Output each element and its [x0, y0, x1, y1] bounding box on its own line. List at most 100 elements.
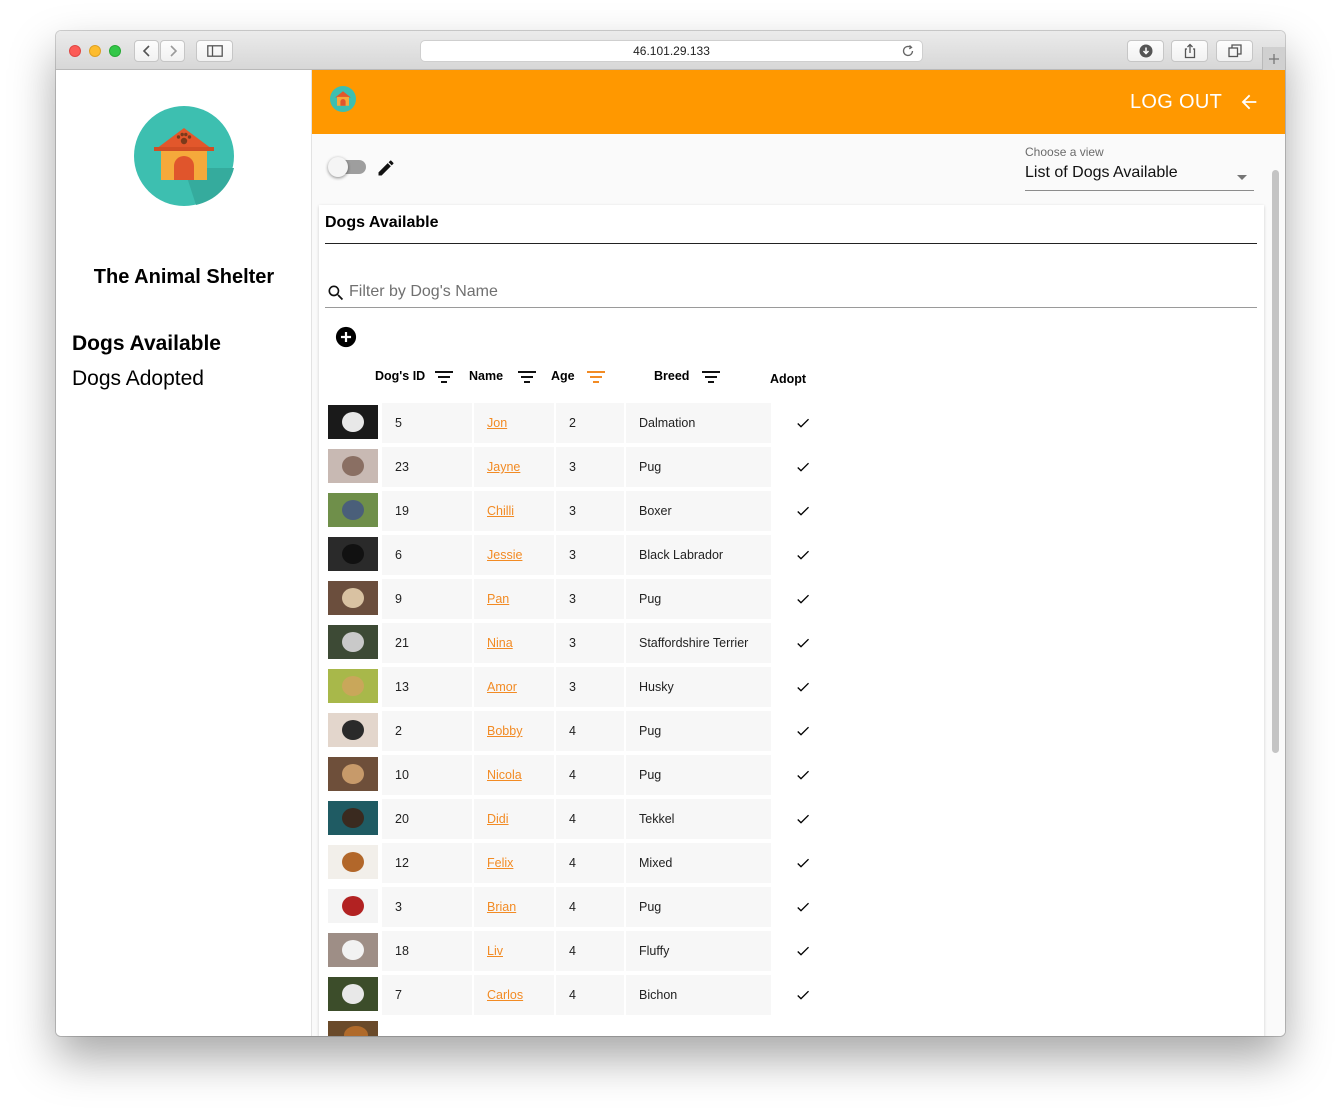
adopt-check-icon[interactable]	[794, 635, 812, 651]
downloads-button[interactable]	[1127, 40, 1164, 62]
adopt-check-icon[interactable]	[794, 811, 812, 827]
arrow-back-icon[interactable]	[1238, 91, 1260, 113]
dog-name-cell: Nina	[474, 623, 554, 663]
dog-name-link[interactable]: Brian	[487, 900, 516, 914]
dog-breed-cell: Bichon	[626, 975, 771, 1015]
adopt-check-icon[interactable]	[794, 591, 812, 607]
app-logo-icon[interactable]	[330, 86, 356, 112]
edit-mode-toggle[interactable]	[328, 157, 366, 177]
dog-photo	[328, 889, 378, 923]
dog-photo	[328, 669, 378, 703]
dog-id-cell: 12	[382, 843, 472, 883]
dog-age-cell: 4	[556, 755, 624, 795]
dog-photo	[328, 713, 378, 747]
column-header-breed[interactable]: Breed	[654, 369, 689, 383]
view-select-value: List of Dogs Available	[1025, 164, 1178, 181]
browser-forward-button[interactable]	[160, 40, 185, 62]
view-select[interactable]: List of Dogs Available	[1025, 164, 1254, 191]
dog-photo	[328, 845, 378, 879]
address-url: 46.101.29.133	[633, 44, 710, 58]
dog-age-cell: 2	[556, 403, 624, 443]
add-dog-icon[interactable]	[335, 326, 357, 348]
minimize-window-button[interactable]	[89, 45, 101, 57]
dog-breed-cell: Mixed	[626, 843, 771, 883]
dog-name-cell: Liv	[474, 931, 554, 971]
adopt-check-icon[interactable]	[794, 723, 812, 739]
adopt-check-icon[interactable]	[794, 855, 812, 871]
dog-age-cell: 3	[556, 623, 624, 663]
dog-name-link[interactable]: Nina	[487, 636, 513, 650]
dog-name-link[interactable]: Amor	[487, 680, 517, 694]
dog-id-cell: 18	[382, 931, 472, 971]
dog-name-link[interactable]: Felix	[487, 856, 513, 870]
dog-age-cell: 3	[556, 447, 624, 487]
dog-age-cell: 4	[556, 799, 624, 839]
toggle-thumb	[328, 157, 348, 177]
adopt-check-icon[interactable]	[794, 767, 812, 783]
dog-name-cell: Didi	[474, 799, 554, 839]
dog-name-link[interactable]: Didi	[487, 812, 509, 826]
reload-icon[interactable]	[901, 44, 915, 58]
dog-name-link[interactable]: Nicola	[487, 768, 522, 782]
column-header-name[interactable]: Name	[469, 369, 503, 383]
adopt-check-icon[interactable]	[794, 503, 812, 519]
dog-age-cell: 3	[556, 579, 624, 619]
share-button[interactable]	[1171, 40, 1208, 62]
dog-age-cell: 4	[556, 843, 624, 883]
column-header-id[interactable]: Dog's ID	[375, 369, 425, 383]
address-bar[interactable]: 46.101.29.133	[420, 40, 923, 62]
dog-photo	[328, 405, 378, 439]
dog-name-link[interactable]: Carlos	[487, 988, 523, 1002]
adopt-check-icon[interactable]	[794, 679, 812, 695]
dog-photo	[328, 1021, 378, 1036]
chevron-right-icon	[169, 45, 177, 57]
dog-breed-cell: Pug	[626, 755, 771, 795]
adopt-check-icon[interactable]	[794, 547, 812, 563]
tabs-overview-button[interactable]	[1216, 40, 1253, 62]
dog-name-link[interactable]: Liv	[487, 944, 503, 958]
filter-age-icon[interactable]	[587, 370, 605, 384]
dog-name-link[interactable]: Jayne	[487, 460, 520, 474]
filter-breed-icon[interactable]	[702, 370, 720, 384]
shelter-logo-icon	[134, 106, 234, 206]
new-tab-button[interactable]	[1262, 47, 1285, 70]
dog-name-link[interactable]: Jon	[487, 416, 507, 430]
dog-name-cell: Jessie	[474, 535, 554, 575]
column-header-age[interactable]: Age	[551, 369, 575, 383]
tabs-icon	[1227, 44, 1242, 58]
sidebar-icon	[206, 45, 223, 57]
logout-button[interactable]: LOG OUT	[1130, 91, 1222, 114]
adopt-check-icon[interactable]	[794, 987, 812, 1003]
adopt-check-icon[interactable]	[794, 415, 812, 431]
sidebar-toggle-button[interactable]	[196, 40, 233, 62]
nav-dogs-available[interactable]: Dogs Available	[72, 332, 221, 356]
dog-name-cell: Amor	[474, 667, 554, 707]
dog-photo	[328, 757, 378, 791]
pencil-icon[interactable]	[376, 158, 396, 178]
dog-breed-cell: Fluffy	[626, 931, 771, 971]
nav-dogs-adopted[interactable]: Dogs Adopted	[72, 367, 204, 391]
dog-name-link[interactable]: Bobby	[487, 724, 522, 738]
filter-name-icon[interactable]	[518, 370, 536, 384]
dog-id-cell: 2	[382, 711, 472, 751]
dog-breed-cell: Pug	[626, 579, 771, 619]
dog-breed-cell: Dalmation	[626, 403, 771, 443]
vertical-scrollbar[interactable]	[1272, 170, 1279, 753]
dog-name-link[interactable]: Jessie	[487, 548, 522, 562]
adopt-check-icon[interactable]	[794, 943, 812, 959]
dog-photo	[328, 977, 378, 1011]
dog-name-link[interactable]: Pan	[487, 592, 509, 606]
dog-name-link[interactable]: Chilli	[487, 504, 514, 518]
adopt-check-icon[interactable]	[794, 459, 812, 475]
zoom-window-button[interactable]	[109, 45, 121, 57]
browser-back-button[interactable]	[134, 40, 159, 62]
dog-id-cell: 5	[382, 403, 472, 443]
filter-id-icon[interactable]	[435, 370, 453, 384]
dog-name-cell: Bobby	[474, 711, 554, 751]
dog-age-cell: 4	[556, 975, 624, 1015]
adopt-check-icon[interactable]	[794, 899, 812, 915]
dog-name-filter-input[interactable]	[349, 281, 1257, 303]
close-window-button[interactable]	[69, 45, 81, 57]
dog-photo	[328, 537, 378, 571]
dog-photo	[328, 449, 378, 483]
